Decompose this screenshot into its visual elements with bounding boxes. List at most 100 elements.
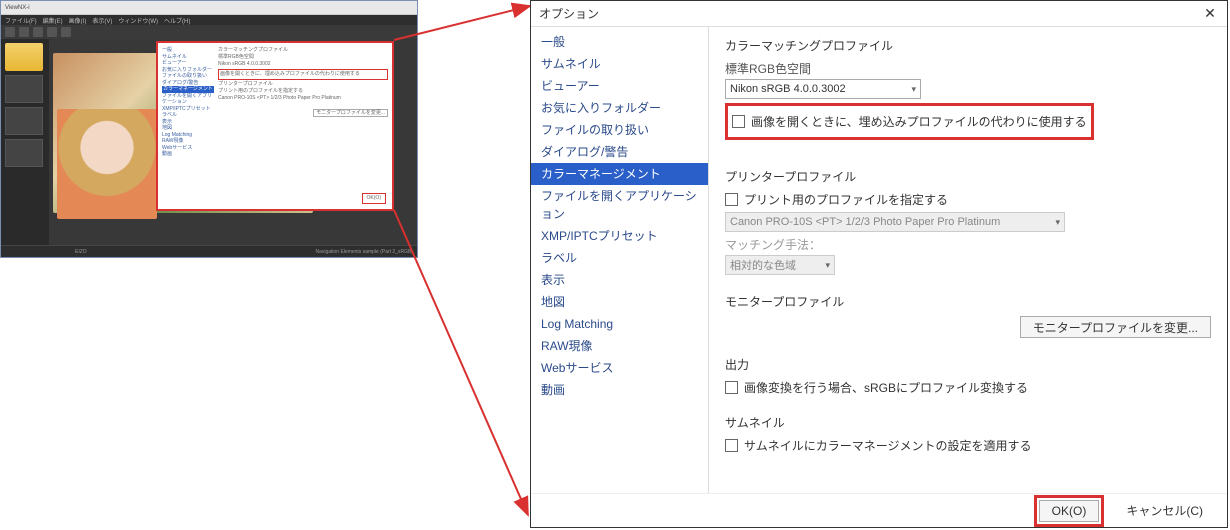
mini-category-list: 一般 サムネイル ビューアー お気に入りフォルダー ファイルの取り扱い ダイアロ… xyxy=(160,45,216,207)
cat-raw[interactable]: RAW現像 xyxy=(531,335,708,357)
thumbnail-apply-checkbox[interactable] xyxy=(725,439,738,452)
menu-item[interactable]: 編集(E) xyxy=(43,16,63,25)
tool-icon[interactable] xyxy=(5,27,15,37)
mini-embed-highlight: 画像を開くときに、埋め込みプロファイルの代わりに使用する xyxy=(218,69,388,80)
thumbnail[interactable] xyxy=(5,139,43,167)
thumbnail[interactable] xyxy=(5,107,43,135)
embed-profile-highlight: 画像を開くときに、埋め込みプロファイルの代わりに使用する xyxy=(725,103,1094,140)
app-menubar: ファイル(F) 編集(E) 画像(I) 表示(V) ウィンドウ(W) ヘルプ(H… xyxy=(1,15,417,25)
mini-value: Canon PRO-10S <PT> 1/2/3 Photo Paper Pro… xyxy=(218,95,388,102)
chevron-down-icon: ▾ xyxy=(1055,217,1060,228)
chevron-down-icon: ▾ xyxy=(911,84,916,95)
menu-item[interactable]: ファイル(F) xyxy=(5,16,37,25)
use-printer-profile-checkbox[interactable] xyxy=(725,193,738,206)
section-monitor: モニタープロファイル xyxy=(725,293,1211,310)
use-printer-profile-label: プリント用のプロファイルを指定する xyxy=(744,191,948,208)
cat-display[interactable]: 表示 xyxy=(531,269,708,291)
cat-map[interactable]: 地図 xyxy=(531,291,708,313)
menu-item[interactable]: 表示(V) xyxy=(92,16,112,25)
app-titlebar: ViewNX-i xyxy=(1,1,417,15)
app-toolbar xyxy=(1,25,417,39)
app-window: ViewNX-i ファイル(F) 編集(E) 画像(I) 表示(V) ウィンドウ… xyxy=(1,1,417,257)
srgb-value: Nikon sRGB 4.0.0.3002 xyxy=(730,83,846,95)
menu-item[interactable]: ウィンドウ(W) xyxy=(118,16,158,25)
mini-embed-check[interactable]: 画像を開くときに、埋め込みプロファイルの代わりに使用する xyxy=(220,71,360,77)
mini-cat[interactable]: ファイルを開くアプリケーション xyxy=(162,93,214,106)
section-thumbnail: サムネイル xyxy=(725,414,1211,431)
change-monitor-profile-button[interactable]: モニタープロファイルを変更... xyxy=(1020,316,1211,338)
cat-dialogs[interactable]: ダイアログ/警告 xyxy=(531,141,708,163)
cat-web[interactable]: Webサービス xyxy=(531,357,708,379)
cat-viewer[interactable]: ビューアー xyxy=(531,75,708,97)
cat-log-matching[interactable]: Log Matching xyxy=(531,313,708,335)
menu-item[interactable]: 画像(I) xyxy=(69,16,87,25)
mini-section: プリンタープロファイル xyxy=(218,81,388,88)
mini-ok-highlight: OK(O) xyxy=(362,193,386,204)
folder-icon[interactable] xyxy=(5,43,43,71)
mini-cat[interactable]: 動画 xyxy=(162,151,214,158)
section-printer: プリンタープロファイル xyxy=(725,168,1211,185)
matching-method-value: 相対的な色域 xyxy=(730,257,796,273)
mini-ok[interactable]: OK(O) xyxy=(367,195,381,201)
printer-profile-value: Canon PRO-10S <PT> 1/2/3 Photo Paper Pro… xyxy=(730,216,1000,228)
cat-label[interactable]: ラベル xyxy=(531,247,708,269)
options-dialog: オプション ✕ 一般 サムネイル ビューアー お気に入りフォルダー ファイルの取… xyxy=(530,0,1228,528)
cancel-button[interactable]: キャンセル(C) xyxy=(1114,500,1215,522)
cat-general[interactable]: 一般 xyxy=(531,31,708,53)
logo-text: EIZO xyxy=(75,249,87,255)
thumbnail-apply-label: サムネイルにカラーマネージメントの設定を適用する xyxy=(744,437,1032,454)
label-matching: マッチング手法： xyxy=(725,236,1211,253)
output-convert-checkbox[interactable] xyxy=(725,381,738,394)
cat-favorites[interactable]: お気に入りフォルダー xyxy=(531,97,708,119)
dialog-content: カラーマッチングプロファイル 標準RGB色空間 Nikon sRGB 4.0.0… xyxy=(709,27,1227,493)
mini-label: 標準RGB色空間 xyxy=(218,54,388,61)
mini-monitor-btn[interactable]: モニタープロファイルを変更... xyxy=(313,109,388,117)
ok-button[interactable]: OK(O) xyxy=(1039,500,1100,522)
status-bar: EIZO Navigation Elements sample (Part 2_… xyxy=(1,245,417,257)
section-color-matching: カラーマッチングプロファイル xyxy=(725,37,1211,54)
close-icon[interactable]: ✕ xyxy=(1201,5,1219,23)
cat-thumbnail[interactable]: サムネイル xyxy=(531,53,708,75)
chevron-down-icon: ▾ xyxy=(825,260,830,271)
matching-method-select: 相対的な色域 ▾ xyxy=(725,255,835,275)
mini-section: カラーマッチングプロファイル xyxy=(218,47,388,54)
mini-value: Nikon sRGB 4.0.0.3002 xyxy=(218,61,388,68)
cat-file-handling[interactable]: ファイルの取り扱い xyxy=(531,119,708,141)
cat-video[interactable]: 動画 xyxy=(531,379,708,401)
app-thumbnail-pane: ViewNX-i ファイル(F) 編集(E) 画像(I) 表示(V) ウィンドウ… xyxy=(0,0,418,258)
tool-icon[interactable] xyxy=(33,27,43,37)
mini-check[interactable]: プリント用のプロファイルを指定する xyxy=(218,88,388,95)
tool-icon[interactable] xyxy=(19,27,29,37)
embed-profile-check-row[interactable]: 画像を開くときに、埋め込みプロファイルの代わりに使用する xyxy=(732,113,1087,130)
cat-xmp-iptc[interactable]: XMP/IPTCプリセット xyxy=(531,225,708,247)
section-output: 出力 xyxy=(725,356,1211,373)
embed-profile-checkbox[interactable] xyxy=(732,115,745,128)
cat-open-apps[interactable]: ファイルを開くアプリケーション xyxy=(531,185,708,225)
cat-color-management[interactable]: カラーマネージメント xyxy=(531,163,708,185)
mini-options-dialog: 一般 サムネイル ビューアー お気に入りフォルダー ファイルの取り扱い ダイアロ… xyxy=(156,41,394,211)
app-title: ViewNX-i xyxy=(5,5,30,11)
mini-cat-selected[interactable]: カラーマネージメント xyxy=(162,86,214,93)
thumbnail[interactable] xyxy=(5,75,43,103)
printer-profile-select: Canon PRO-10S <PT> 1/2/3 Photo Paper Pro… xyxy=(725,212,1065,232)
tool-icon[interactable] xyxy=(61,27,71,37)
thumbnail-apply-row[interactable]: サムネイルにカラーマネージメントの設定を適用する xyxy=(725,437,1211,454)
output-convert-label: 画像変換を行う場合、sRGBにプロファイル変換する xyxy=(744,379,1028,396)
tool-icon[interactable] xyxy=(47,27,57,37)
dialog-titlebar: オプション ✕ xyxy=(531,1,1227,27)
dialog-footer: OK(O) キャンセル(C) xyxy=(531,493,1227,527)
output-convert-row[interactable]: 画像変換を行う場合、sRGBにプロファイル変換する xyxy=(725,379,1211,396)
sample-photo-child xyxy=(57,109,157,219)
embed-profile-label: 画像を開くときに、埋め込みプロファイルの代わりに使用する xyxy=(751,113,1087,130)
menu-item[interactable]: ヘルプ(H) xyxy=(164,16,190,25)
category-list: 一般 サムネイル ビューアー お気に入りフォルダー ファイルの取り扱い ダイアロ… xyxy=(531,27,709,493)
status-text: Navigation Elements sample (Part 2_sRGB) xyxy=(315,249,413,255)
mini-cat[interactable]: ファイルの取り扱い xyxy=(162,73,214,80)
mini-content: カラーマッチングプロファイル 標準RGB色空間 Nikon sRGB 4.0.0… xyxy=(216,45,390,207)
use-printer-profile-row[interactable]: プリント用のプロファイルを指定する xyxy=(725,191,1211,208)
srgb-select[interactable]: Nikon sRGB 4.0.0.3002 ▾ xyxy=(725,79,921,99)
label-srgb: 標準RGB色空間 xyxy=(725,60,1211,77)
dialog-title: オプション xyxy=(539,5,599,22)
thumbnail-sidebar xyxy=(1,39,49,245)
ok-button-highlight: OK(O) xyxy=(1034,495,1105,527)
